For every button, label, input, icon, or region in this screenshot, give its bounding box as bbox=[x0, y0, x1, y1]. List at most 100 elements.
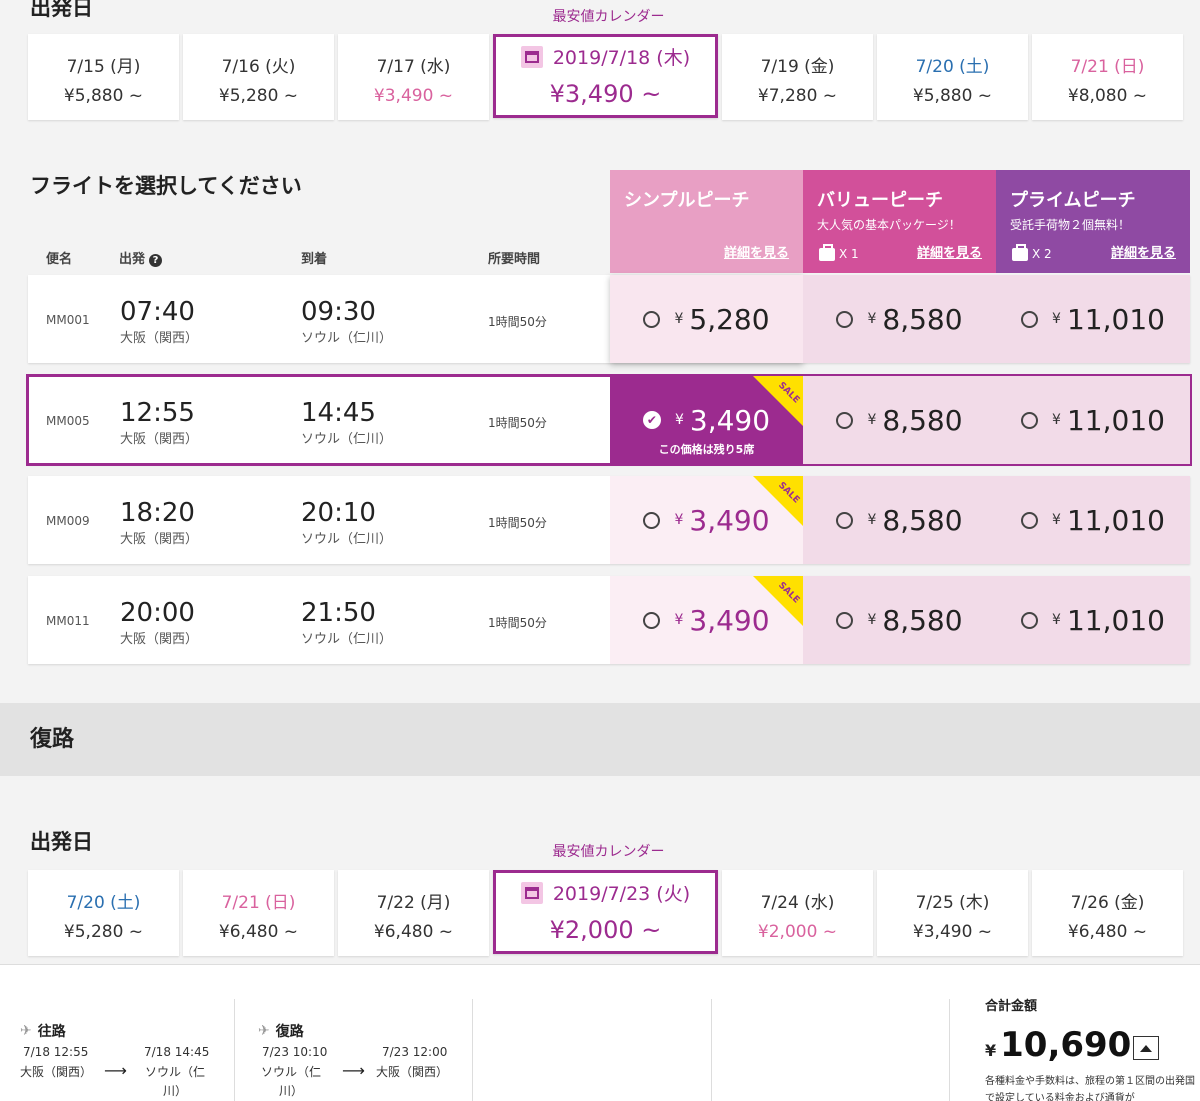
fare-option-prime[interactable]: ¥11,010 bbox=[996, 476, 1190, 564]
flight-row[interactable]: MM009 18:20 大阪（関西） 20:10 ソウル（仁川） 1時間50分 ¥3,490… bbox=[28, 476, 1190, 564]
date-card[interactable]: 7/21 (日) ¥6,480 ~ bbox=[183, 870, 334, 956]
fare-option-value[interactable]: ¥8,580 bbox=[803, 576, 996, 664]
flight-duration: 1時間50分 bbox=[488, 315, 547, 329]
date-label: 2019/7/18 (木) bbox=[496, 43, 715, 70]
flight-row[interactable]: MM011 20:00 大阪（関西） 21:50 ソウル（仁川） 1時間50分 ¥3,490… bbox=[28, 576, 1190, 664]
divider bbox=[472, 999, 473, 1101]
chevron-up-icon[interactable] bbox=[1133, 1036, 1159, 1060]
date-price: ¥7,280 ~ bbox=[757, 86, 838, 106]
bag-count: X 1 bbox=[839, 247, 859, 261]
return-band: 復路 bbox=[0, 703, 1200, 776]
radio-button[interactable] bbox=[643, 310, 661, 328]
outbound-date-row: 7/15 (月) ¥5,880 ~ 7/16 (火) ¥5,280 ~ 7/17 (水)… bbox=[28, 34, 1190, 120]
date-card-selected[interactable]: 2019/7/18 (木) ¥3,490 ~ bbox=[493, 34, 718, 118]
radio-button[interactable] bbox=[836, 310, 854, 328]
inbound-date-title: 出発日 bbox=[30, 830, 93, 854]
radio-button[interactable] bbox=[836, 411, 854, 429]
date-text: 2019/7/18 (木) bbox=[552, 47, 691, 69]
arrive-airport: ソウル（仁川） bbox=[301, 432, 393, 447]
date-label: 7/26 (金) bbox=[1070, 893, 1145, 913]
date-label: 7/21 (日) bbox=[221, 893, 296, 913]
summary-outbound-title: ✈ 往路 bbox=[20, 1021, 66, 1041]
fare-price: 8,580 bbox=[882, 603, 963, 637]
fare-option-value[interactable]: ¥8,580 bbox=[803, 275, 996, 363]
flight-duration: 1時間50分 bbox=[488, 516, 547, 530]
divider bbox=[949, 999, 950, 1101]
date-card-selected[interactable]: 2019/7/23 (火) ¥2,000 ~ bbox=[493, 870, 718, 954]
fare-option-simple[interactable]: ¥5,280 bbox=[610, 275, 803, 363]
radio-button[interactable] bbox=[836, 611, 854, 629]
date-card[interactable]: 7/22 (月) ¥6,480 ~ bbox=[338, 870, 489, 956]
radio-button[interactable] bbox=[1021, 611, 1039, 629]
summary-outbound-label: 往路 bbox=[37, 1024, 66, 1040]
fare-option-value[interactable]: ¥8,580 bbox=[803, 476, 996, 564]
fare-price: 11,010 bbox=[1066, 503, 1165, 537]
fare-option-simple[interactable]: ¥3,490 SALE bbox=[610, 476, 803, 564]
depart-airport: 大阪（関西） bbox=[120, 331, 199, 346]
flight-row[interactable]: MM001 07:40 大阪（関西） 09:30 ソウル（仁川） 1時間50分 ¥5,280… bbox=[28, 275, 1190, 363]
date-card[interactable]: 7/20 (土) ¥5,280 ~ bbox=[28, 870, 179, 956]
summary-outbound-arr-airport: ソウル（仁川） bbox=[144, 1065, 205, 1098]
date-label: 7/20 (土) bbox=[915, 57, 990, 77]
date-price: ¥5,280 ~ bbox=[218, 86, 299, 106]
depart-airport: 大阪（関西） bbox=[120, 632, 199, 647]
flight-number: MM001 bbox=[46, 313, 90, 327]
date-card[interactable]: 7/17 (水) ¥3,490 ~ bbox=[338, 34, 489, 120]
col-flight-no: 便名 bbox=[46, 252, 73, 267]
radio-button[interactable] bbox=[1021, 310, 1039, 328]
col-depart: 出発? bbox=[119, 248, 163, 267]
inbound-calendar-link[interactable]: 最安値カレンダー bbox=[496, 841, 721, 861]
inbound-date-row: 7/20 (土) ¥5,280 ~7/21 (日) ¥6,480 ~7/22 (月)… bbox=[28, 870, 1190, 956]
date-card[interactable]: 7/19 (金) ¥7,280 ~ bbox=[722, 34, 873, 120]
date-label: 7/16 (火) bbox=[221, 57, 296, 77]
radio-button[interactable] bbox=[1021, 511, 1039, 529]
date-card[interactable]: 7/24 (水) ¥2,000 ~ bbox=[722, 870, 873, 956]
fare-option-simple[interactable]: ✔ ¥3,490 SALE この価格は残り5席 bbox=[610, 376, 803, 464]
flight-duration: 1時間50分 bbox=[488, 616, 547, 630]
date-price: ¥3,490 ~ bbox=[912, 922, 993, 942]
summary-return-label: 復路 bbox=[275, 1024, 304, 1040]
fare-subtitle: 大人気の基本パッケージ！ bbox=[817, 218, 961, 232]
fare-name: バリューピーチ bbox=[817, 190, 943, 211]
date-card[interactable]: 7/15 (月) ¥5,880 ~ bbox=[28, 34, 179, 120]
col-arrive: 到着 bbox=[301, 252, 328, 267]
fare-option-prime[interactable]: ¥11,010 bbox=[996, 376, 1190, 464]
fare-detail-link[interactable]: 詳細を見る bbox=[1111, 242, 1176, 261]
date-card[interactable]: 7/21 (日) ¥8,080 ~ bbox=[1032, 34, 1183, 120]
date-card[interactable]: 7/25 (木) ¥3,490 ~ bbox=[877, 870, 1028, 956]
date-price: ¥2,000 ~ bbox=[549, 916, 662, 944]
fare-price: 11,010 bbox=[1066, 302, 1165, 336]
plane-icon: ✈ bbox=[258, 1023, 270, 1039]
arrive-airport: ソウル（仁川） bbox=[301, 632, 393, 647]
date-label: 7/22 (月) bbox=[376, 893, 451, 913]
date-text: 2019/7/23 (火) bbox=[552, 883, 691, 905]
date-card[interactable]: 7/16 (火) ¥5,280 ~ bbox=[183, 34, 334, 120]
fare-option-prime[interactable]: ¥11,010 bbox=[996, 576, 1190, 664]
radio-button[interactable] bbox=[836, 511, 854, 529]
summary-outbound-dep-airport: 大阪（関西） bbox=[20, 1065, 93, 1079]
radio-button[interactable] bbox=[1021, 411, 1039, 429]
fare-subtitle: 受託手荷物２個無料！ bbox=[1010, 218, 1131, 232]
fare-option-simple[interactable]: ¥3,490 SALE bbox=[610, 576, 803, 664]
flight-duration: 1時間50分 bbox=[488, 416, 547, 430]
fare-detail-link[interactable]: 詳細を見る bbox=[917, 242, 982, 261]
date-label: 7/15 (月) bbox=[66, 57, 141, 77]
fare-header-simple: シンプルピーチ 詳細を見る bbox=[610, 170, 803, 273]
date-card[interactable]: 7/26 (金) ¥6,480 ~ bbox=[1032, 870, 1183, 956]
arrive-time: 21:50 bbox=[301, 598, 376, 628]
date-price: ¥2,000 ~ bbox=[757, 922, 838, 942]
question-icon[interactable]: ? bbox=[149, 254, 163, 267]
date-label: 7/21 (日) bbox=[1070, 57, 1145, 77]
fare-detail-link[interactable]: 詳細を見る bbox=[724, 242, 789, 261]
radio-button[interactable] bbox=[643, 611, 661, 629]
fare-option-value[interactable]: ¥8,580 bbox=[803, 376, 996, 464]
outbound-calendar-link[interactable]: 最安値カレンダー bbox=[496, 6, 721, 26]
radio-button[interactable] bbox=[643, 511, 661, 529]
yen-sign: ¥ bbox=[867, 612, 877, 628]
yen-sign: ¥ bbox=[674, 311, 684, 327]
flight-row[interactable]: MM005 12:55 大阪（関西） 14:45 ソウル（仁川） 1時間50分 ✔ ¥3,49… bbox=[26, 374, 1192, 466]
flight-number: MM011 bbox=[46, 614, 90, 628]
fare-option-prime[interactable]: ¥11,010 bbox=[996, 275, 1190, 363]
date-price: ¥6,480 ~ bbox=[1067, 922, 1148, 942]
date-card[interactable]: 7/20 (土) ¥5,880 ~ bbox=[877, 34, 1028, 120]
